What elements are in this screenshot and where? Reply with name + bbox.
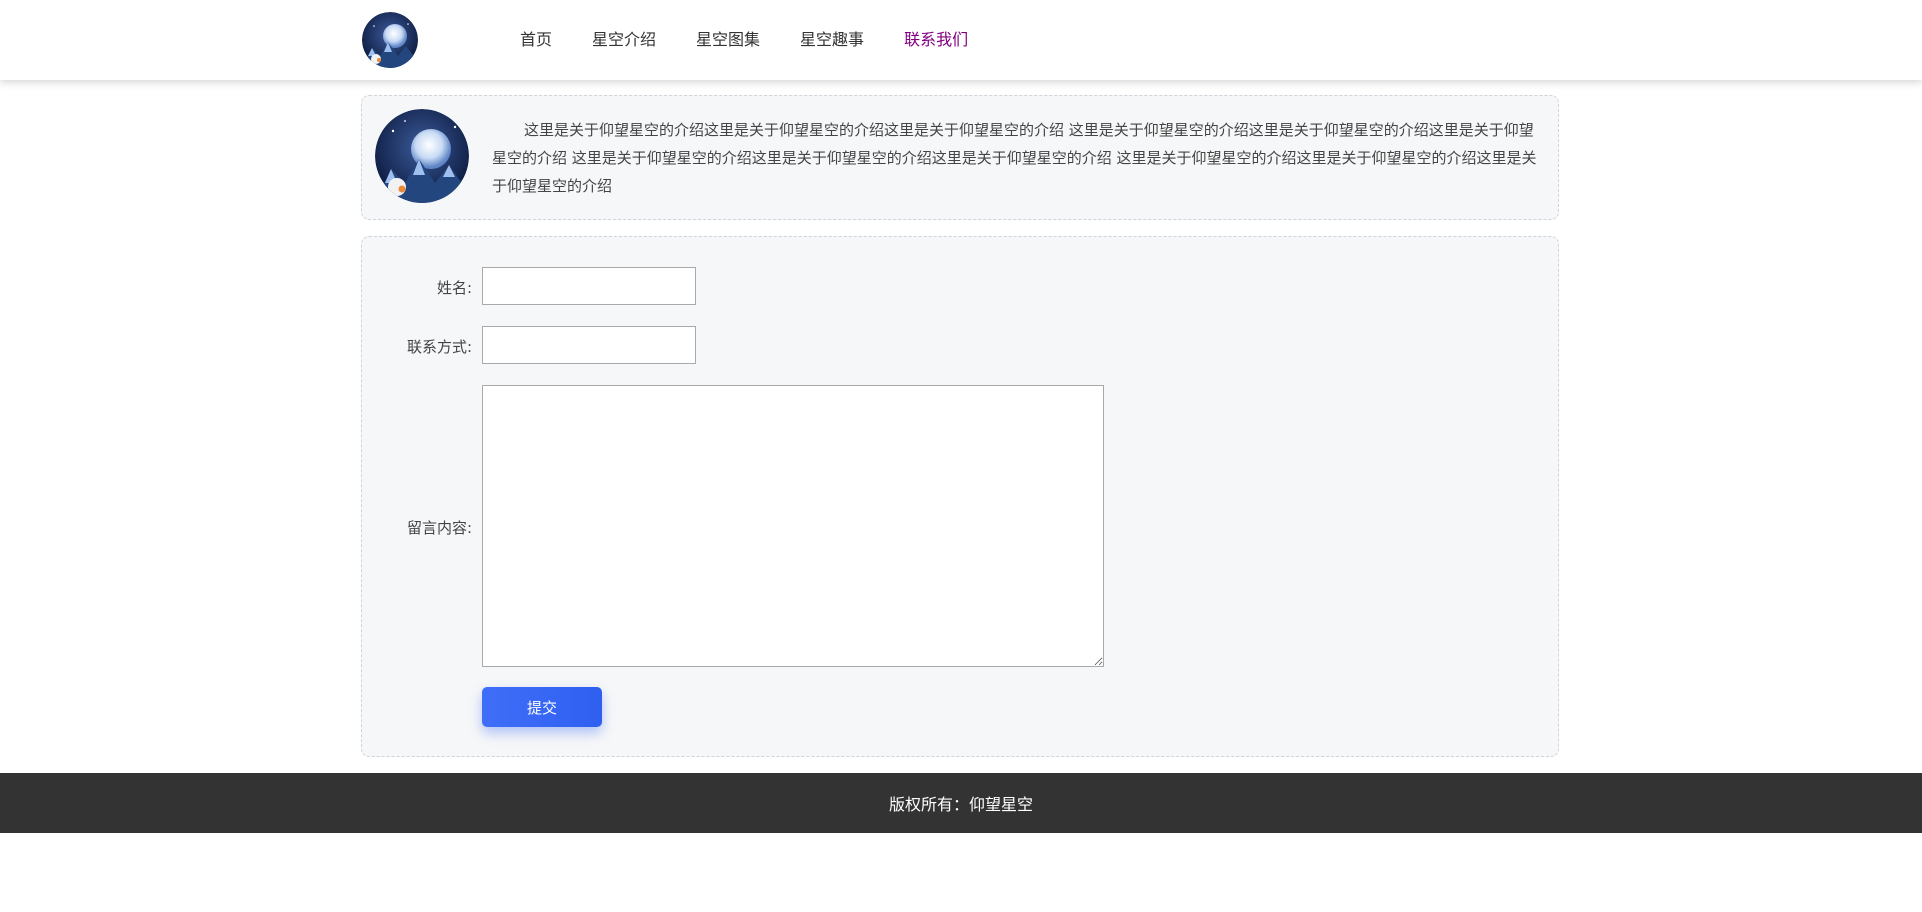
- name-input[interactable]: [482, 267, 696, 305]
- contact-form: 姓名: 联系方式: 留言内容: 提交: [361, 236, 1559, 757]
- avatar: [375, 109, 469, 203]
- name-label: 姓名:: [436, 279, 472, 297]
- message-label: 留言内容:: [406, 519, 472, 537]
- copyright-text: 版权所有：仰望星空: [888, 795, 1033, 814]
- nav-item-intro[interactable]: 星空介绍: [592, 0, 656, 80]
- site-header: 首页 星空介绍 星空图集 星空趣事 联系我们: [0, 0, 1922, 80]
- nav-item-home[interactable]: 首页: [520, 0, 552, 80]
- nav-item-contact[interactable]: 联系我们: [904, 0, 968, 80]
- intro-panel: 这里是关于仰望星空的介绍这里是关于仰望星空的介绍这里是关于仰望星空的介绍 这里是…: [361, 95, 1559, 220]
- nav-item-gallery[interactable]: 星空图集: [696, 0, 760, 80]
- logo-icon[interactable]: [362, 12, 418, 68]
- message-textarea[interactable]: [482, 385, 1104, 667]
- submit-button[interactable]: 提交: [482, 687, 602, 727]
- site-footer: 版权所有：仰望星空: [0, 773, 1922, 833]
- contact-label: 联系方式:: [406, 338, 472, 356]
- main-nav: 首页 星空介绍 星空图集 星空趣事 联系我们: [520, 0, 1008, 80]
- intro-text: 这里是关于仰望星空的介绍这里是关于仰望星空的介绍这里是关于仰望星空的介绍 这里是…: [492, 121, 1537, 195]
- contact-input[interactable]: [482, 326, 696, 364]
- nav-item-stories[interactable]: 星空趣事: [800, 0, 864, 80]
